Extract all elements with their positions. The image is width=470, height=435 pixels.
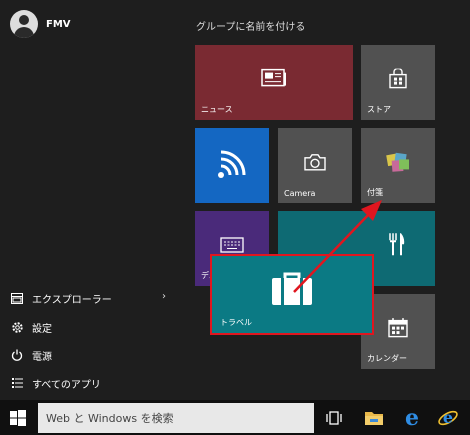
windows-logo-icon xyxy=(10,410,26,426)
start-button[interactable] xyxy=(8,408,28,428)
search-placeholder: Web と Windows を検索 xyxy=(46,412,174,425)
file-explorer-icon[interactable] xyxy=(362,406,386,430)
svg-text:e: e xyxy=(443,408,453,427)
internet-explorer-icon[interactable]: e xyxy=(436,406,460,430)
task-view-icon[interactable] xyxy=(322,406,346,430)
drag-arrow-annotation xyxy=(293,200,382,293)
edge-icon[interactable]: e xyxy=(400,406,424,430)
search-box[interactable]: Web と Windows を検索 xyxy=(38,403,314,433)
